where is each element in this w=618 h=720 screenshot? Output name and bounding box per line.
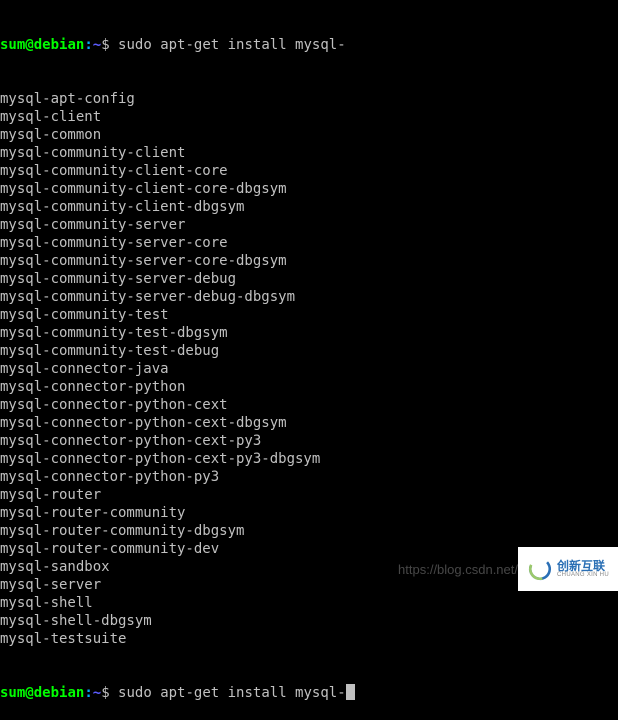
- completion-item: mysql-router: [0, 486, 618, 504]
- completion-item: mysql-shell-dbgsym: [0, 612, 618, 630]
- completion-item: mysql-community-server-debug: [0, 270, 618, 288]
- completion-item: mysql-router-community-dbgsym: [0, 522, 618, 540]
- completion-item: mysql-router-community: [0, 504, 618, 522]
- completion-item: mysql-community-client: [0, 144, 618, 162]
- completion-item: mysql-connector-python-cext-py3: [0, 432, 618, 450]
- prompt-line-2: sum@debian:~$ sudo apt-get install mysql…: [0, 684, 618, 702]
- completion-item: mysql-community-test-dbgsym: [0, 324, 618, 342]
- completion-item: mysql-connector-python-cext: [0, 396, 618, 414]
- prompt-user: sum: [0, 684, 25, 702]
- prompt-path: ~: [93, 36, 101, 54]
- prompt-colon: :: [84, 36, 92, 54]
- completion-item: mysql-server: [0, 576, 618, 594]
- completion-item: mysql-community-server-debug-dbgsym: [0, 288, 618, 306]
- completion-item: mysql-connector-python-cext-py3-dbgsym: [0, 450, 618, 468]
- completion-item: mysql-community-client-core: [0, 162, 618, 180]
- completion-item: mysql-router-community-dev: [0, 540, 618, 558]
- completion-item: mysql-connector-python-cext-dbgsym: [0, 414, 618, 432]
- completion-item: mysql-testsuite: [0, 630, 618, 648]
- prompt-host: debian: [34, 36, 85, 54]
- prompt-colon: :: [84, 684, 92, 702]
- command-input[interactable]: sudo apt-get install mysql-: [118, 684, 346, 702]
- completion-item: mysql-community-server-core: [0, 234, 618, 252]
- terminal-window[interactable]: sum@debian:~$ sudo apt-get install mysql…: [0, 0, 618, 720]
- completion-item: mysql-connector-python-py3: [0, 468, 618, 486]
- prompt-user: sum: [0, 36, 25, 54]
- completion-item: mysql-shell: [0, 594, 618, 612]
- command-text: sudo apt-get install mysql-: [118, 36, 346, 54]
- completion-item: mysql-client: [0, 108, 618, 126]
- completion-item: mysql-community-client-dbgsym: [0, 198, 618, 216]
- completion-item: mysql-connector-java: [0, 360, 618, 378]
- tab-completion-list: mysql-apt-configmysql-clientmysql-common…: [0, 90, 618, 648]
- completion-item: mysql-community-test-debug: [0, 342, 618, 360]
- prompt-dollar: $: [101, 684, 118, 702]
- completion-item: mysql-connector-python: [0, 378, 618, 396]
- prompt-path: ~: [93, 684, 101, 702]
- completion-item: mysql-sandbox: [0, 558, 618, 576]
- completion-item: mysql-community-client-core-dbgsym: [0, 180, 618, 198]
- prompt-line-1: sum@debian:~$ sudo apt-get install mysql…: [0, 36, 618, 54]
- completion-item: mysql-apt-config: [0, 90, 618, 108]
- prompt-dollar: $: [101, 36, 118, 54]
- cursor: [346, 684, 355, 700]
- prompt-host: debian: [34, 684, 85, 702]
- completion-item: mysql-community-server-core-dbgsym: [0, 252, 618, 270]
- prompt-at: @: [25, 36, 33, 54]
- completion-item: mysql-common: [0, 126, 618, 144]
- prompt-at: @: [25, 684, 33, 702]
- completion-item: mysql-community-server: [0, 216, 618, 234]
- completion-item: mysql-community-test: [0, 306, 618, 324]
